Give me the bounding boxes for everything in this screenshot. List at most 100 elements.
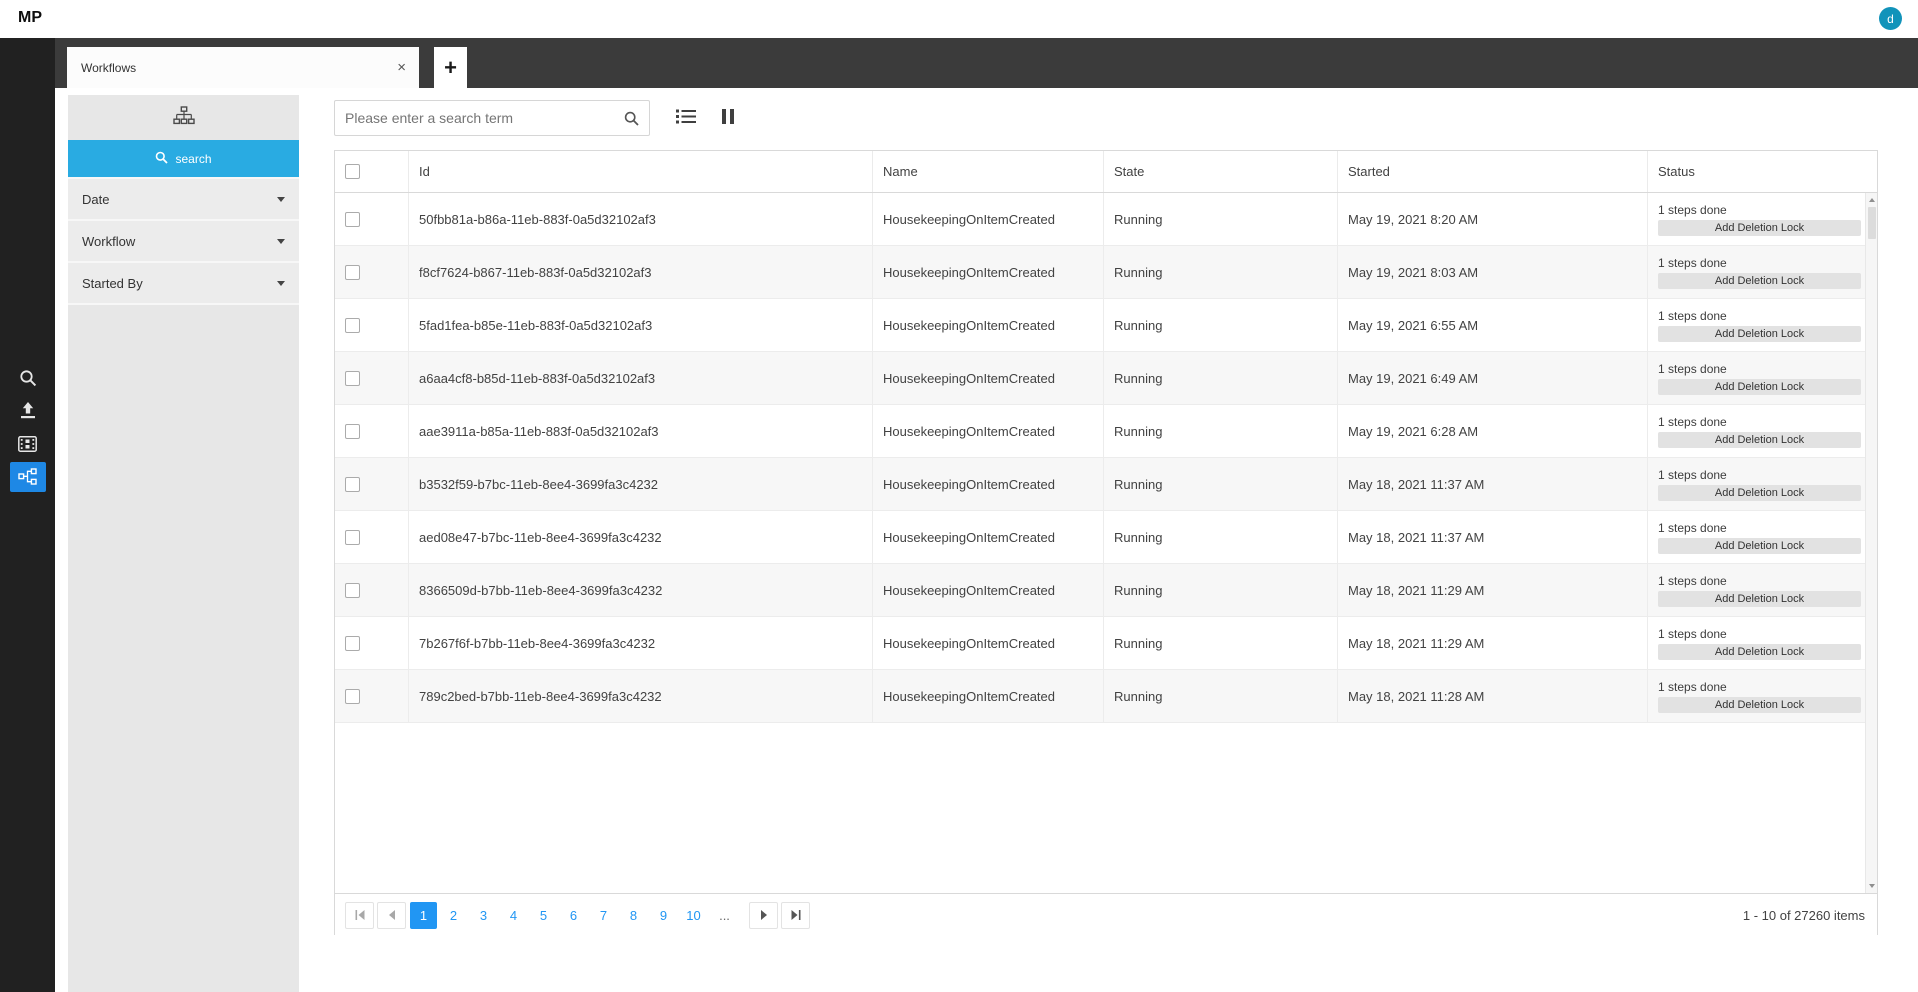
search-icon	[10, 363, 46, 393]
table-row[interactable]: aae3911a-b85a-11eb-883f-0a5d32102af3 Hou…	[335, 405, 1877, 458]
add-deletion-lock-button[interactable]: Add Deletion Lock	[1658, 431, 1861, 448]
scroll-up-arrow[interactable]	[1866, 194, 1877, 206]
tab-close-icon[interactable]: ×	[384, 59, 419, 76]
pager-page-button[interactable]: 8	[620, 902, 647, 929]
steps-done-label: 1 steps done	[1658, 626, 1727, 641]
column-header-started[interactable]: Started	[1338, 151, 1648, 192]
workflow-started-cell: May 19, 2021 6:28 AM	[1338, 405, 1648, 457]
steps-done-label: 1 steps done	[1658, 414, 1727, 429]
search-icon[interactable]	[620, 111, 649, 126]
pause-icon	[722, 109, 734, 127]
grid-body: 50fbb81a-b86a-11eb-883f-0a5d32102af3 Hou…	[335, 193, 1877, 893]
add-deletion-lock-button[interactable]: Add Deletion Lock	[1658, 378, 1861, 395]
scrollbar-thumb[interactable]	[1867, 207, 1876, 239]
table-row[interactable]: 8366509d-b7bb-11eb-8ee4-3699fa3c4232 Hou…	[335, 564, 1877, 617]
row-select-cell	[335, 352, 409, 404]
steps-done-label: 1 steps done	[1658, 255, 1727, 270]
workflow-name-cell: HousekeepingOnItemCreated	[873, 458, 1104, 510]
row-checkbox[interactable]	[345, 635, 360, 651]
pager-page-button[interactable]: 2	[440, 902, 467, 929]
pager-page-button[interactable]: 5	[530, 902, 557, 929]
column-header-status[interactable]: Status	[1648, 151, 1877, 192]
filter-section-date[interactable]: Date	[68, 179, 299, 221]
row-checkbox[interactable]	[345, 264, 360, 280]
chevron-down-icon	[277, 196, 285, 202]
workflow-id-cell: 789c2bed-b7bb-11eb-8ee4-3699fa3c4232	[409, 670, 873, 722]
add-deletion-lock-button[interactable]: Add Deletion Lock	[1658, 537, 1861, 554]
pager-page-button[interactable]: 9	[650, 902, 677, 929]
prev-page-icon	[388, 908, 396, 923]
table-row[interactable]: f8cf7624-b867-11eb-883f-0a5d32102af3 Hou…	[335, 246, 1877, 299]
grid-body-rows: 50fbb81a-b86a-11eb-883f-0a5d32102af3 Hou…	[335, 193, 1877, 723]
table-row[interactable]: b3532f59-b7bc-11eb-8ee4-3699fa3c4232 Hou…	[335, 458, 1877, 511]
workflow-status-cell: 1 steps done Add Deletion Lock	[1648, 670, 1877, 722]
table-row[interactable]: 789c2bed-b7bb-11eb-8ee4-3699fa3c4232 Hou…	[335, 670, 1877, 723]
vertical-scrollbar[interactable]	[1865, 193, 1877, 893]
workflow-id-cell: a6aa4cf8-b85d-11eb-883f-0a5d32102af3	[409, 352, 873, 404]
rail-film-button[interactable]	[0, 427, 55, 460]
row-checkbox[interactable]	[345, 211, 360, 227]
add-deletion-lock-button[interactable]: Add Deletion Lock	[1658, 219, 1861, 236]
rail-search-button[interactable]	[0, 361, 55, 394]
new-tab-button[interactable]: +	[434, 47, 467, 88]
pager-page-button[interactable]: 6	[560, 902, 587, 929]
search-box	[334, 100, 650, 136]
add-deletion-lock-button[interactable]: Add Deletion Lock	[1658, 484, 1861, 501]
list-view-button[interactable]	[676, 109, 696, 127]
row-checkbox[interactable]	[345, 688, 360, 704]
table-row[interactable]: 7b267f6f-b7bb-11eb-8ee4-3699fa3c4232 Hou…	[335, 617, 1877, 670]
scroll-down-arrow[interactable]	[1866, 880, 1877, 892]
pager-page-button[interactable]: 3	[470, 902, 497, 929]
user-avatar[interactable]: d	[1879, 7, 1902, 30]
row-checkbox[interactable]	[345, 317, 360, 333]
workflow-state-cell: Running	[1104, 511, 1338, 563]
pager-page-button[interactable]: 1	[410, 901, 437, 929]
hierarchy-icon	[172, 105, 195, 130]
steps-done-label: 1 steps done	[1658, 361, 1727, 376]
pager-page-button[interactable]: 7	[590, 902, 617, 929]
row-checkbox[interactable]	[345, 476, 360, 492]
pager-page-button[interactable]: 10	[680, 902, 707, 929]
add-deletion-lock-button[interactable]: Add Deletion Lock	[1658, 272, 1861, 289]
add-deletion-lock-button[interactable]: Add Deletion Lock	[1658, 325, 1861, 342]
rail-workflow-button[interactable]	[0, 460, 55, 493]
column-header-state[interactable]: State	[1104, 151, 1338, 192]
row-checkbox[interactable]	[345, 423, 360, 439]
select-all-checkbox[interactable]	[345, 164, 360, 179]
steps-done-label: 1 steps done	[1658, 573, 1727, 588]
row-select-cell	[335, 193, 409, 245]
workflow-status-cell: 1 steps done Add Deletion Lock	[1648, 458, 1877, 510]
row-checkbox[interactable]	[345, 370, 360, 386]
tab-workflows[interactable]: Workflows ×	[67, 47, 419, 88]
column-header-id[interactable]: Id	[409, 151, 873, 192]
pager-page-button[interactable]: 4	[500, 902, 527, 929]
workflow-status-cell: 1 steps done Add Deletion Lock	[1648, 246, 1877, 298]
column-header-name[interactable]: Name	[873, 151, 1104, 192]
row-checkbox[interactable]	[345, 529, 360, 545]
chevron-down-icon	[277, 280, 285, 286]
table-row[interactable]: aed08e47-b7bc-11eb-8ee4-3699fa3c4232 Hou…	[335, 511, 1877, 564]
filter-section-started-by[interactable]: Started By	[68, 263, 299, 305]
steps-done-label: 1 steps done	[1658, 467, 1727, 482]
pager-last-button[interactable]	[781, 901, 810, 929]
pager-more-button[interactable]: ...	[711, 902, 738, 929]
add-deletion-lock-button[interactable]: Add Deletion Lock	[1658, 696, 1861, 713]
search-input[interactable]	[335, 101, 620, 135]
filter-section-workflow[interactable]: Workflow	[68, 221, 299, 263]
rail-upload-button[interactable]	[0, 394, 55, 427]
workflow-started-cell: May 18, 2021 11:37 AM	[1338, 458, 1648, 510]
add-deletion-lock-button[interactable]: Add Deletion Lock	[1658, 590, 1861, 607]
pause-button[interactable]	[722, 109, 734, 127]
row-checkbox[interactable]	[345, 582, 360, 598]
hierarchy-view-button[interactable]	[68, 95, 299, 140]
tab-bar: Workflows × +	[55, 38, 1918, 88]
table-row[interactable]: a6aa4cf8-b85d-11eb-883f-0a5d32102af3 Hou…	[335, 352, 1877, 405]
table-row[interactable]: 5fad1fea-b85e-11eb-883f-0a5d32102af3 Hou…	[335, 299, 1877, 352]
add-deletion-lock-button[interactable]: Add Deletion Lock	[1658, 643, 1861, 660]
pager-next-button[interactable]	[749, 901, 778, 929]
pager-prev-button[interactable]	[377, 901, 406, 929]
table-row[interactable]: 50fbb81a-b86a-11eb-883f-0a5d32102af3 Hou…	[335, 193, 1877, 246]
pager-first-button[interactable]	[345, 901, 374, 929]
workflow-started-cell: May 19, 2021 6:49 AM	[1338, 352, 1648, 404]
filter-search-button[interactable]: search	[68, 140, 299, 177]
